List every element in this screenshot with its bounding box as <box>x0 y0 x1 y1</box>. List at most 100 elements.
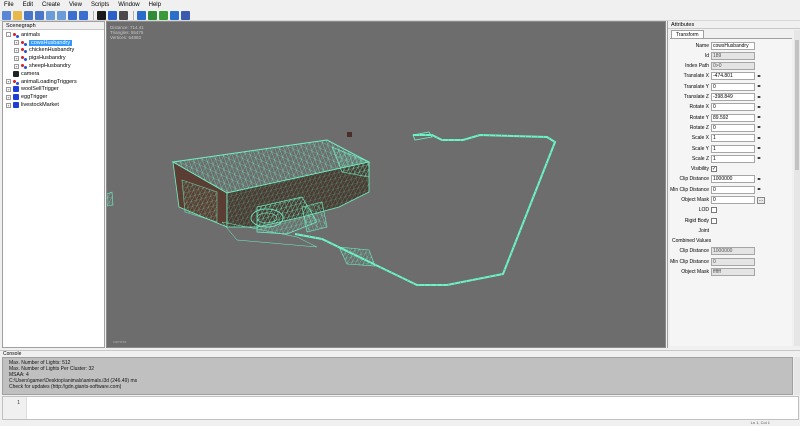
undo-icon[interactable] <box>68 10 77 20</box>
tree-item-livestockMarket[interactable]: + livestockMarket <box>3 101 104 109</box>
spinner-arrows-icon[interactable]: ◂▸ <box>756 145 762 152</box>
spinner-arrows-icon[interactable]: ◂▸ <box>756 124 762 131</box>
attr-field[interactable]: 0 <box>711 196 755 204</box>
expand-icon[interactable]: + <box>14 40 19 46</box>
status-bar: Ln 1, Col 1 <box>0 420 800 426</box>
attr-label: Joint <box>698 227 709 234</box>
open-file-icon[interactable] <box>13 10 22 20</box>
water-icon[interactable] <box>170 10 179 20</box>
attr-field[interactable]: -474.801 <box>711 72 755 81</box>
tree-item-woolSellTrigger[interactable]: + woolSellTrigger <box>3 86 104 94</box>
transform-icon[interactable] <box>137 10 146 20</box>
menu-file[interactable]: File <box>4 2 14 8</box>
expand-icon[interactable]: + <box>14 55 19 61</box>
new-file-icon[interactable] <box>2 10 11 20</box>
attr-field[interactable]: 0 <box>711 82 755 91</box>
spinner-arrows-icon[interactable]: ◂▸ <box>756 83 762 90</box>
tree-item-label: sheepHusbandry <box>29 63 71 70</box>
attr-label: Rotate Z <box>689 124 709 131</box>
attr-field[interactable]: 0 <box>711 185 755 194</box>
attr-row-visibility: Visibility ✓ <box>670 165 792 174</box>
spinner-arrows-icon[interactable]: ◂▸ <box>756 73 762 80</box>
attr-field[interactable]: 0 <box>711 123 755 132</box>
collapse-icon[interactable]: - <box>6 32 11 38</box>
tree-item-label: animalLoadingTriggers <box>21 78 77 85</box>
attr-field: 0>0 <box>711 62 755 71</box>
expand-icon[interactable]: + <box>14 47 19 53</box>
attr-checkbox[interactable] <box>711 207 717 214</box>
menu-window[interactable]: Window <box>118 2 139 8</box>
camera-icon <box>13 70 19 77</box>
attr-row-translate-x: Translate X -474.801 ◂▸ <box>670 72 792 81</box>
spinner-arrows-icon[interactable]: ◂▸ <box>756 176 762 183</box>
console-scrollbar[interactable] <box>794 357 800 395</box>
attributes-scrollbar[interactable] <box>794 30 800 346</box>
attr-field[interactable]: 89.592 <box>711 113 755 122</box>
attr-row-clip-distance: Clip Distance 1000000 ◂▸ <box>670 175 792 184</box>
attr-checkbox[interactable]: ✓ <box>711 166 717 173</box>
tree-item-animalLoadingTriggers[interactable]: + animalLoadingTriggers <box>3 78 104 86</box>
attr-checkbox[interactable] <box>711 217 717 224</box>
export-icon[interactable] <box>57 10 66 20</box>
attributes-title: Attributes <box>668 21 800 29</box>
console-line: Check for updates (http://gdn.giants-sof… <box>9 384 122 390</box>
expand-icon[interactable]: + <box>6 86 11 92</box>
attr-field[interactable]: 1000000 <box>711 175 755 184</box>
spinner-arrows-icon[interactable]: ◂▸ <box>756 104 762 111</box>
settings-icon[interactable] <box>181 10 190 20</box>
terrain-icon[interactable] <box>148 10 157 20</box>
play-icon[interactable] <box>97 10 106 20</box>
script-input[interactable]: 1 <box>2 396 799 420</box>
tree-item-camera[interactable]: camera <box>3 70 104 78</box>
expand-icon[interactable]: + <box>6 94 11 100</box>
menu-edit[interactable]: Edit <box>23 2 33 8</box>
attr-field[interactable]: -398.849 <box>711 93 755 101</box>
attr-label: Rotate X <box>689 104 709 111</box>
spinner-arrows-icon[interactable]: ◂▸ <box>756 94 762 101</box>
combined-value: ffffff <box>711 267 755 276</box>
tab-transform[interactable]: Transform <box>671 30 704 38</box>
console-title: Console <box>0 350 800 357</box>
tree-item-chickenHusbandry[interactable]: + chickenHusbandry <box>3 47 104 55</box>
select-icon[interactable] <box>108 10 117 20</box>
attr-field[interactable]: 0 <box>711 103 755 112</box>
redo-icon[interactable] <box>79 10 88 20</box>
spinner-arrows-icon[interactable]: ◂▸ <box>756 155 762 162</box>
save-all-icon[interactable] <box>35 10 44 20</box>
save-icon[interactable] <box>24 10 33 20</box>
expand-icon <box>6 71 11 76</box>
tree-item-sheepHusbandry[interactable]: + sheepHusbandry <box>3 62 104 70</box>
menu-create[interactable]: Create <box>42 2 60 8</box>
scrollbar-thumb[interactable] <box>795 40 799 170</box>
menu-help[interactable]: Help <box>149 2 161 8</box>
attr-field[interactable]: cowsHusbandry <box>711 41 755 50</box>
attr-label: Name <box>695 42 709 49</box>
spinner-arrows-icon[interactable]: ◂▸ <box>756 114 762 121</box>
spinner-arrows-icon[interactable]: ◂▸ <box>756 186 762 193</box>
combined-value: 0 <box>711 257 755 266</box>
expand-icon[interactable]: + <box>6 79 11 85</box>
line-number: 1 <box>3 397 27 419</box>
browse-button[interactable]: ... <box>757 196 765 204</box>
move-icon[interactable] <box>119 10 128 20</box>
import-icon[interactable] <box>46 10 55 20</box>
transform-group-icon <box>13 32 19 38</box>
attr-field[interactable]: 1 <box>711 154 755 163</box>
tree-item-cowsHusbandry[interactable]: + cowsHusbandry <box>3 39 104 47</box>
attr-field[interactable]: 1 <box>711 134 755 143</box>
attr-label: Clip Distance <box>679 176 709 183</box>
expand-icon[interactable]: + <box>6 102 11 108</box>
combined-row: Min Clip Distance 0 <box>670 257 792 266</box>
attr-row-index-path: Index Path 0>0 <box>670 62 792 71</box>
tree-item-animals[interactable]: - animals <box>3 31 104 39</box>
menu-scripts[interactable]: Scripts <box>91 2 109 8</box>
expand-icon[interactable]: + <box>14 63 19 69</box>
grass-icon[interactable] <box>159 10 168 20</box>
attr-field[interactable]: 1 <box>711 144 755 153</box>
tree-item-pigsHusbandry[interactable]: + pigsHusbandry <box>3 54 104 62</box>
tree-item-eggTrigger[interactable]: + eggTrigger <box>3 93 104 101</box>
3d-viewport[interactable]: Distance: 714.41 Triangles: 55475 Vertic… <box>106 21 666 348</box>
toolbar-separator <box>93 10 94 20</box>
menu-view[interactable]: View <box>69 2 82 8</box>
spinner-arrows-icon[interactable]: ◂▸ <box>756 135 762 142</box>
